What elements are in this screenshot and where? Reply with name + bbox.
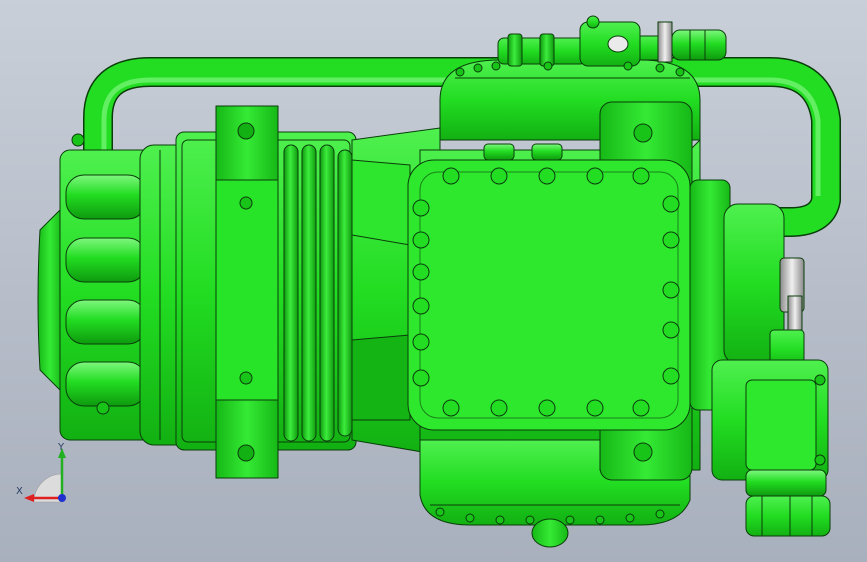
cad-viewport[interactable]: Y X bbox=[0, 0, 867, 562]
orientation-triad bbox=[24, 448, 66, 503]
access-cover-plate bbox=[407, 159, 691, 431]
mounting-bracket bbox=[215, 105, 279, 479]
strainer-assembly bbox=[711, 359, 831, 537]
compressor-3d-model[interactable] bbox=[0, 0, 867, 562]
x-axis-label: X bbox=[16, 486, 23, 497]
y-axis-label: Y bbox=[58, 442, 65, 453]
top-valve-assembly bbox=[497, 15, 727, 67]
z-axis-origin bbox=[58, 494, 66, 502]
